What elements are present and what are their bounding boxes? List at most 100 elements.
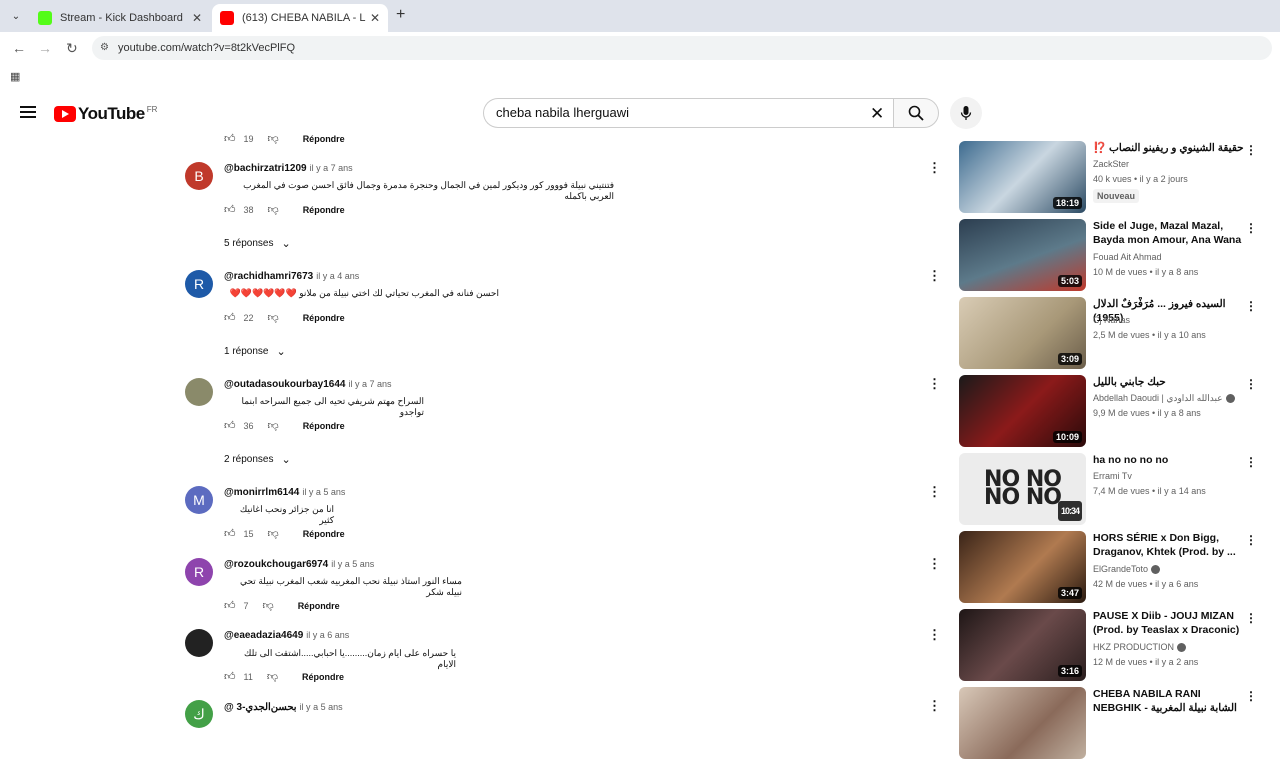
- channel-name[interactable]: ElGrandeToto: [1093, 564, 1161, 575]
- reply-button[interactable]: Répondre: [298, 601, 340, 611]
- video-title[interactable]: PAUSE X Diib - JOUJ MIZAN (Prod. by Teas…: [1093, 609, 1245, 637]
- comment-time[interactable]: il y a 4 ans: [316, 271, 359, 281]
- video-thumbnail[interactable]: 5:03: [959, 219, 1086, 291]
- video-title[interactable]: حقيقة الشينوي و ريفينو النصاب ⁉️: [1093, 141, 1245, 155]
- video-thumbnail[interactable]: 18:19: [959, 141, 1086, 213]
- channel-name[interactable]: Errami Tv: [1093, 471, 1132, 481]
- video-more-icon[interactable]: ⋮: [1245, 377, 1257, 391]
- browser-tab-youtube[interactable]: (613) CHEBA NABILA - Lherguawi ✕: [212, 4, 388, 32]
- youtube-logo[interactable]: YouTube FR: [54, 104, 157, 124]
- menu-icon[interactable]: [20, 106, 36, 118]
- video-more-icon[interactable]: ⋮: [1245, 611, 1257, 625]
- video-more-icon[interactable]: ⋮: [1245, 299, 1257, 313]
- like-icon[interactable]: 👍︎: [224, 527, 236, 540]
- video-more-icon[interactable]: ⋮: [1245, 455, 1257, 469]
- recommended-video[interactable]: 3:16 PAUSE X Diib - JOUJ MIZAN (Prod. by…: [959, 609, 1259, 681]
- avatar[interactable]: [185, 378, 213, 406]
- comment-more-icon[interactable]: ⋮: [928, 376, 941, 392]
- video-more-icon[interactable]: ⋮: [1245, 221, 1257, 235]
- channel-name[interactable]: Abdellah Daoudi | عبدالله الداودي: [1093, 393, 1235, 404]
- comment-time[interactable]: il y a 7 ans: [310, 163, 353, 173]
- comment-more-icon[interactable]: ⋮: [928, 484, 941, 500]
- video-more-icon[interactable]: ⋮: [1245, 533, 1257, 547]
- avatar[interactable]: [185, 629, 213, 657]
- comment-author[interactable]: @outadasoukourbay1644: [224, 379, 345, 390]
- search-button[interactable]: [893, 98, 939, 128]
- comment-time[interactable]: il y a 6 ans: [306, 630, 349, 640]
- comment-time[interactable]: il y a 5 ans: [331, 559, 374, 569]
- recommended-video[interactable]: 3:47 HORS SÉRIE x Don Bigg, Draganov, Kh…: [959, 531, 1259, 603]
- comment-more-icon[interactable]: ⋮: [928, 268, 941, 284]
- browser-tab-kick[interactable]: Stream - Kick Dashboard ✕: [30, 4, 210, 32]
- clear-search-icon[interactable]: ✕: [870, 104, 884, 124]
- dislike-icon[interactable]: 👎︎: [267, 670, 278, 683]
- url-bar[interactable]: ⚙ youtube.com/watch?v=8t2kVecPlFQ: [92, 36, 1272, 60]
- comment-more-icon[interactable]: ⋮: [928, 627, 941, 643]
- video-title[interactable]: CHEBA NABILA RANI NEBGHIK - الشابة نبيلة…: [1093, 687, 1245, 715]
- comment-more-icon[interactable]: ⋮: [928, 160, 941, 176]
- dislike-icon[interactable]: 👎︎: [268, 527, 279, 540]
- video-more-icon[interactable]: ⋮: [1245, 143, 1257, 157]
- like-icon[interactable]: 👍︎: [224, 132, 236, 145]
- replies-toggle[interactable]: 1 réponse ⌄: [224, 345, 286, 358]
- comment-time[interactable]: il y a 5 ans: [300, 702, 343, 712]
- avatar[interactable]: R: [185, 270, 213, 298]
- video-title[interactable]: ha no no no no: [1093, 453, 1245, 467]
- recommended-video[interactable]: 10:09 حبك جابني بالليل Abdellah Daoudi |…: [959, 375, 1259, 447]
- avatar[interactable]: B: [185, 162, 213, 190]
- like-icon[interactable]: 👍︎: [224, 599, 236, 612]
- video-thumbnail[interactable]: 3:47: [959, 531, 1086, 603]
- comment-author[interactable]: @rachidhamri7673: [224, 271, 313, 282]
- comment-time[interactable]: il y a 5 ans: [302, 487, 345, 497]
- like-icon[interactable]: 👍︎: [224, 419, 236, 432]
- like-icon[interactable]: 👍︎: [224, 670, 236, 683]
- video-title[interactable]: Side el Juge, Mazal Mazal, Bayda mon Amo…: [1093, 219, 1245, 247]
- forward-icon[interactable]: →: [38, 40, 52, 56]
- replies-toggle[interactable]: 5 réponses ⌄: [224, 237, 291, 250]
- video-thumbnail[interactable]: [959, 687, 1086, 759]
- reply-button[interactable]: Répondre: [302, 672, 344, 682]
- voice-search-button[interactable]: [950, 97, 982, 129]
- video-thumbnail[interactable]: 3:09: [959, 297, 1086, 369]
- close-tab-icon[interactable]: ✕: [370, 11, 380, 25]
- new-tab-icon[interactable]: +: [396, 6, 405, 24]
- comment-more-icon[interactable]: ⋮: [928, 556, 941, 572]
- comment-author[interactable]: @monirrlm6144: [224, 487, 299, 498]
- reply-button[interactable]: Répondre: [303, 529, 345, 539]
- video-title[interactable]: حبك جابني بالليل: [1093, 375, 1245, 389]
- back-icon[interactable]: ←: [12, 40, 26, 56]
- avatar[interactable]: ك: [185, 700, 213, 728]
- recommended-video[interactable]: 5:03 Side el Juge, Mazal Mazal, Bayda mo…: [959, 219, 1259, 291]
- reply-button[interactable]: Répondre: [303, 205, 345, 215]
- reply-button[interactable]: Répondre: [303, 134, 345, 144]
- channel-name[interactable]: HKZ PRODUCTION: [1093, 642, 1186, 653]
- like-icon[interactable]: 👍︎: [224, 203, 236, 216]
- channel-name[interactable]: Cj Nahas: [1093, 315, 1130, 325]
- site-info-icon[interactable]: ⚙: [100, 36, 109, 60]
- video-more-icon[interactable]: ⋮: [1245, 689, 1257, 703]
- recommended-video[interactable]: 18:19 حقيقة الشينوي و ريفينو النصاب ⁉️ Z…: [959, 141, 1259, 213]
- video-thumbnail[interactable]: 10:09: [959, 375, 1086, 447]
- reply-button[interactable]: Répondre: [303, 421, 345, 431]
- replies-toggle[interactable]: 2 réponses ⌄: [224, 453, 291, 466]
- avatar[interactable]: R: [185, 558, 213, 586]
- avatar[interactable]: M: [185, 486, 213, 514]
- close-tab-icon[interactable]: ✕: [192, 11, 202, 25]
- dislike-icon[interactable]: 👎︎: [263, 599, 274, 612]
- comment-author[interactable]: @rozoukchougar6974: [224, 559, 328, 570]
- tab-search-chevron-icon[interactable]: ⌄: [6, 6, 26, 26]
- dislike-icon[interactable]: 👎︎: [268, 132, 279, 145]
- comment-more-icon[interactable]: ⋮: [928, 698, 941, 714]
- dislike-icon[interactable]: 👎︎: [268, 203, 279, 216]
- comment-author[interactable]: @ بحسن‌الجدي-3: [224, 702, 297, 713]
- recommended-video[interactable]: NO NO NO NO 10:34 ha no no no no Errami T…: [959, 453, 1259, 525]
- recommended-video[interactable]: CHEBA NABILA RANI NEBGHIK - الشابة نبيلة…: [959, 687, 1259, 759]
- comment-time[interactable]: il y a 7 ans: [348, 379, 391, 389]
- video-title[interactable]: HORS SÉRIE x Don Bigg, Draganov, Khtek (…: [1093, 531, 1245, 559]
- dislike-icon[interactable]: 👎︎: [268, 419, 279, 432]
- comment-author[interactable]: @eaeadazia4649: [224, 630, 303, 641]
- channel-name[interactable]: ZackSter: [1093, 159, 1129, 169]
- search-input[interactable]: cheba nabila lherguawi: [483, 98, 895, 128]
- recommended-video[interactable]: 3:09 السيده فيروز ... مُرَفْرَفٌ الدلال …: [959, 297, 1259, 369]
- channel-name[interactable]: Fouad Ait Ahmad: [1093, 252, 1162, 262]
